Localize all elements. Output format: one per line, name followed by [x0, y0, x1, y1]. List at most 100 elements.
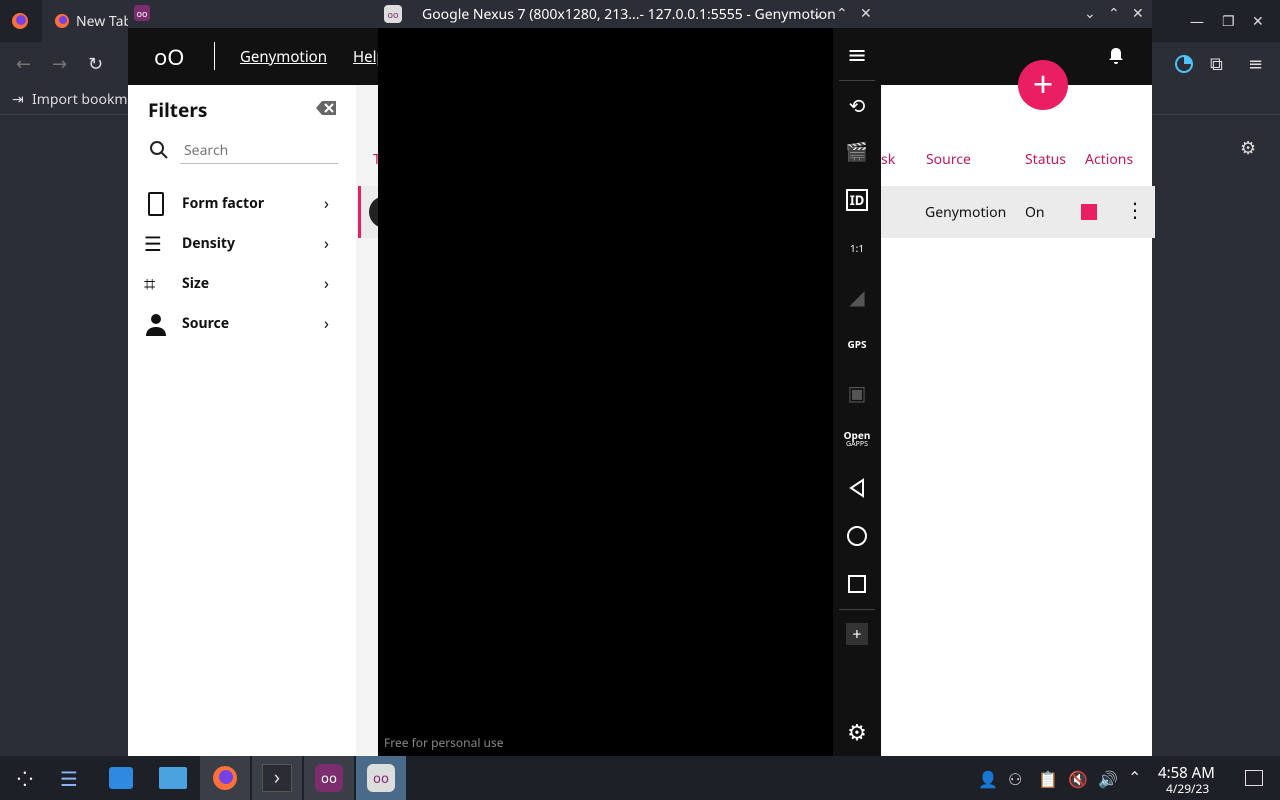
column-header-status[interactable]: Status [1025, 150, 1066, 169]
capture-button[interactable]: 🎬 [833, 132, 881, 172]
filter-label: Form factor [182, 194, 265, 213]
stop-device-button[interactable] [1081, 204, 1097, 220]
device-window: oo Google Nexus 7 (800x1280, 213...- 127… [378, 0, 881, 756]
opengapps-button[interactable]: Open GAPPS [833, 420, 881, 460]
toolbar-divider [839, 80, 875, 81]
taskbar-genymotion-player-app[interactable]: oo [356, 756, 406, 800]
opengapps-icon: Open GAPPS [844, 430, 871, 450]
genymotion-menu[interactable]: Genymotion [240, 47, 327, 67]
minimize-icon[interactable]: — [1190, 12, 1204, 31]
mute-icon[interactable]: 🔇 [1068, 768, 1088, 790]
opengapps-top: Open [843, 428, 871, 442]
genymotion-app-icon: oo [134, 5, 150, 21]
volume-icon[interactable]: 🔊 [1098, 768, 1118, 790]
tab-title: New Tab [76, 12, 133, 31]
user-icon[interactable]: 👤 [978, 768, 998, 790]
chevron-up-icon[interactable]: ⌃ [836, 4, 848, 23]
taskbar-settings-app[interactable]: ☰ [44, 756, 94, 800]
back-button[interactable] [833, 468, 881, 508]
hamburger-menu-icon: ≡ [846, 37, 868, 71]
firefox-menu-tab[interactable] [0, 0, 40, 42]
rotate-button[interactable]: ⟲ [833, 85, 881, 125]
header-divider [214, 42, 215, 70]
firefox-icon [12, 13, 28, 29]
forward-icon[interactable]: → [52, 52, 67, 76]
cast-button[interactable]: ◢ [833, 276, 881, 316]
chevron-down-icon[interactable]: ⌄ [1084, 4, 1096, 23]
close-icon[interactable]: ✕ [1252, 12, 1264, 31]
taskbar-store-app[interactable] [96, 756, 146, 800]
import-icon: ⇥ [12, 90, 24, 109]
notifications-bell-icon[interactable] [1106, 46, 1126, 66]
chevron-right-icon: › [324, 312, 329, 334]
hamburger-menu-icon[interactable]: ≡ [1248, 52, 1263, 76]
reload-icon[interactable]: ↻ [88, 52, 103, 76]
taskbar-firefox-app[interactable] [200, 756, 250, 800]
filter-size[interactable]: ⌗ Size › [144, 270, 340, 298]
watermark-text: Free for personal use [384, 734, 504, 751]
chevron-down-icon[interactable]: ⌄ [812, 4, 824, 23]
gps-icon: GPS [847, 337, 867, 351]
more-tools-button[interactable]: + [833, 614, 881, 654]
close-icon[interactable]: ✕ [1132, 4, 1144, 23]
filter-form-factor[interactable]: Form factor › [144, 192, 340, 218]
column-header-source[interactable]: Source [926, 150, 971, 169]
recent-square-icon [848, 575, 866, 593]
plus-icon: + [846, 623, 868, 645]
restore-icon[interactable]: ❐ [1222, 12, 1235, 31]
tab-new-tab[interactable]: New Tab [42, 0, 142, 42]
filter-search-input[interactable] [180, 137, 338, 164]
show-desktop-icon[interactable] [1245, 770, 1263, 786]
device-screen[interactable]: Free for personal use [378, 28, 833, 756]
plus-icon: + [1032, 59, 1054, 108]
svg-text:oo: oo [387, 11, 399, 21]
genymotion-app-icon: oo [384, 5, 402, 23]
terminal-icon: › [262, 764, 292, 792]
back-icon[interactable]: ← [16, 52, 31, 76]
extensions-icon[interactable]: ⧉ [1210, 52, 1223, 76]
clapperboard-icon: 🎬 [845, 140, 869, 164]
settings-sliders-icon: ☰ [60, 764, 78, 792]
page-settings-gear-icon[interactable]: ⚙ [1240, 136, 1256, 160]
clipboard-icon[interactable]: 📋 [1038, 768, 1058, 790]
device-id-button[interactable]: ID [833, 180, 881, 220]
more-actions-icon[interactable]: ⋮ [1125, 196, 1145, 224]
gps-button[interactable]: GPS [833, 324, 881, 364]
chevron-right-icon: › [324, 192, 329, 214]
filter-density[interactable]: ☰ Density › [144, 230, 340, 258]
home-button[interactable] [833, 516, 881, 556]
browser-window-controls: — ❐ ✕ [1190, 12, 1270, 32]
chevron-up-icon[interactable]: ⌃ [1108, 4, 1120, 23]
opengapps-bottom: GAPPS [846, 440, 868, 449]
id-icon: ID [845, 189, 869, 211]
recent-apps-button[interactable] [833, 564, 881, 604]
genymotion-player-icon: oo [367, 764, 395, 792]
device-titlebar: oo Google Nexus 7 (800x1280, 213...- 127… [378, 0, 881, 28]
toolbar-menu-button[interactable]: ≡ [833, 34, 881, 74]
pixel-perfect-button[interactable]: 1:1 [833, 228, 881, 268]
settings-button[interactable]: ⚙ [833, 712, 881, 752]
screen-record-button[interactable]: ▣ [833, 372, 881, 412]
filters-panel: Filters Form factor › ☰ Density › ⌗ Size… [128, 85, 356, 756]
clear-filters-icon[interactable] [316, 101, 336, 115]
taskbar-genymotion-app[interactable]: oo [304, 756, 354, 800]
toolbar-divider [839, 609, 875, 610]
tray-expand-icon[interactable]: ⌃ [1128, 766, 1141, 788]
clock-date[interactable]: 4/29/23 [1166, 780, 1209, 797]
svg-text:oo: oo [321, 772, 337, 787]
store-bag-icon [109, 767, 133, 789]
add-device-button[interactable]: + [1018, 60, 1068, 110]
device-window-title: Google Nexus 7 (800x1280, 213...- 127.0.… [422, 5, 836, 24]
column-header-partial[interactable]: sk [881, 150, 895, 169]
person-icon [146, 314, 166, 336]
taskbar-terminal-app[interactable]: › [252, 756, 302, 800]
filter-source[interactable]: Source › [144, 312, 340, 338]
app-launcher-button[interactable]: ⁘ [0, 756, 50, 800]
back-triangle-icon [849, 478, 864, 498]
account-icon[interactable] [1174, 54, 1194, 74]
network-icon[interactable]: ⚇ [1008, 768, 1022, 790]
close-icon[interactable]: ✕ [860, 4, 872, 23]
ratio-icon: 1:1 [849, 241, 865, 255]
firefox-tab-icon [55, 14, 69, 28]
taskbar-files-app[interactable] [148, 756, 198, 800]
